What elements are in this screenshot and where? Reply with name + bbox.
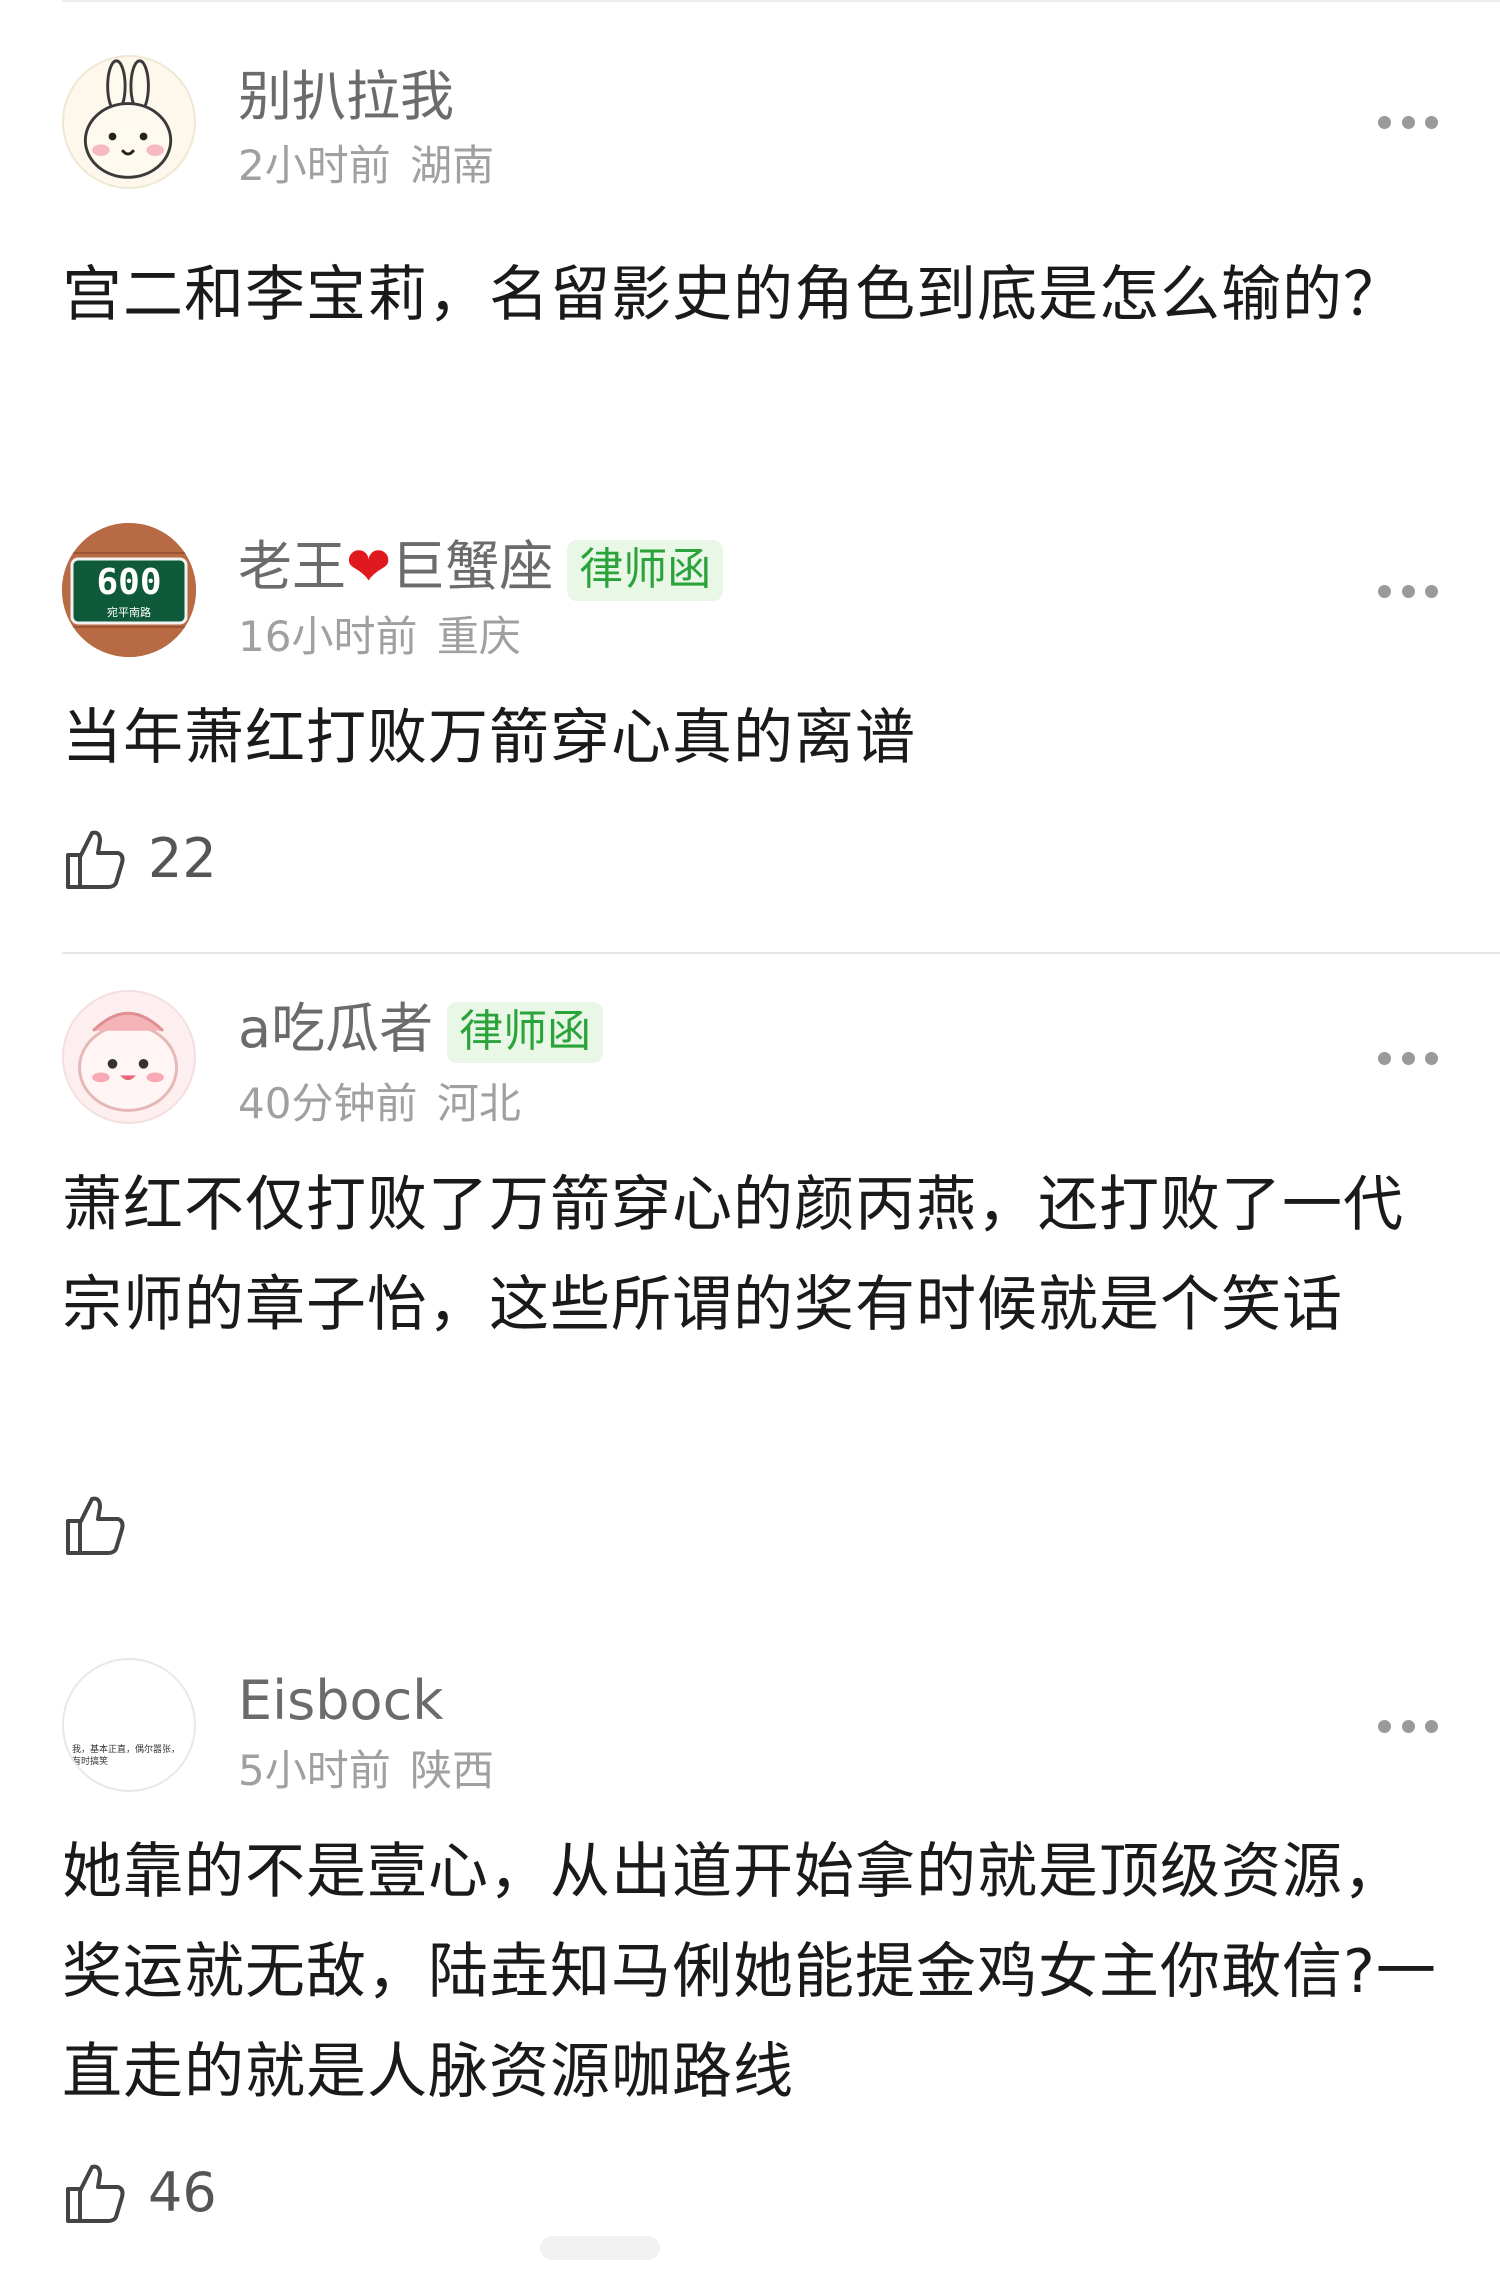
thumbs-up-icon — [66, 830, 125, 889]
comment-meta: 2小时前 湖南 — [238, 145, 494, 187]
thumbs-up-icon — [66, 1496, 125, 1555]
username-text: a吃瓜者 — [238, 997, 434, 1060]
avatar-text: 我，基本正直，偶尔嚣张，有时搞笑 — [72, 1745, 181, 1767]
like-button[interactable]: 46 — [64, 2158, 217, 2228]
heart-icon: ❤ — [346, 535, 392, 598]
lawyer-letter-badge: 律师函 — [447, 1002, 604, 1063]
username-part1: 老王 — [238, 535, 346, 598]
like-button[interactable]: 22 — [64, 824, 217, 894]
comment-text: 宫二和李宝莉，名留影史的角色到底是怎么输的？ — [62, 260, 1404, 330]
comment-text: 萧红不仅打败了万箭穿心的颜丙燕，还打败了一代宗师的章子怡，这些所谓的奖有时候就是… — [62, 1170, 1404, 1340]
comment-meta: 40分钟前 河北 — [238, 1083, 521, 1125]
more-dots-icon[interactable] — [1378, 1051, 1438, 1065]
top-divider — [62, 0, 1500, 2]
like-button[interactable] — [64, 1490, 126, 1560]
comment-time: 2小时前 — [238, 141, 391, 190]
like-count: 46 — [148, 2161, 217, 2224]
avatar[interactable]: 我，基本正直，偶尔嚣张，有时搞笑 — [62, 1658, 196, 1792]
thumbs-up-icon — [66, 2164, 125, 2223]
username[interactable]: a吃瓜者 律师函 — [238, 1002, 604, 1063]
more-dots-icon[interactable] — [1378, 584, 1438, 598]
sign-subtext: 宛平南路 — [107, 606, 151, 619]
comment-time: 16小时前 — [238, 612, 418, 661]
comment-location: 河北 — [436, 1079, 521, 1128]
username[interactable]: Eisbock — [238, 1674, 444, 1728]
comment-time: 40分钟前 — [238, 1079, 418, 1128]
avatar[interactable] — [62, 55, 196, 189]
comment-text: 她靠的不是壹心，从出道开始拿的就是顶级资源，奖运就无敌，陆垚知马俐她能提金鸡女主… — [62, 1837, 1437, 2107]
username[interactable]: 别扒拉我 — [238, 70, 454, 124]
sign-number: 600 — [96, 562, 162, 603]
comment-time: 5小时前 — [238, 1746, 391, 1795]
like-count: 22 — [148, 827, 217, 890]
comment-location: 陕西 — [410, 1746, 495, 1795]
avatar[interactable] — [62, 990, 196, 1124]
scroll-indicator — [540, 2236, 660, 2260]
comment-location: 重庆 — [436, 612, 521, 661]
avatar[interactable]: 600 宛平南路 — [62, 523, 196, 657]
comment-meta: 5小时前 陕西 — [238, 1750, 494, 1792]
comment-location: 湖南 — [410, 141, 495, 190]
username[interactable]: 老王❤巨蟹座 律师函 — [238, 540, 724, 601]
pink-character-avatar-icon — [78, 1011, 178, 1112]
more-dots-icon[interactable] — [1378, 1719, 1438, 1733]
username-part2: 巨蟹座 — [391, 535, 554, 598]
bunny-avatar-icon — [83, 59, 173, 179]
lawyer-letter-badge: 律师函 — [567, 540, 724, 601]
section-divider — [62, 952, 1500, 954]
more-dots-icon[interactable] — [1378, 115, 1438, 129]
comment-text: 当年萧红打败万箭穿心真的离谱 — [62, 703, 916, 773]
comment-meta: 16小时前 重庆 — [238, 616, 521, 658]
